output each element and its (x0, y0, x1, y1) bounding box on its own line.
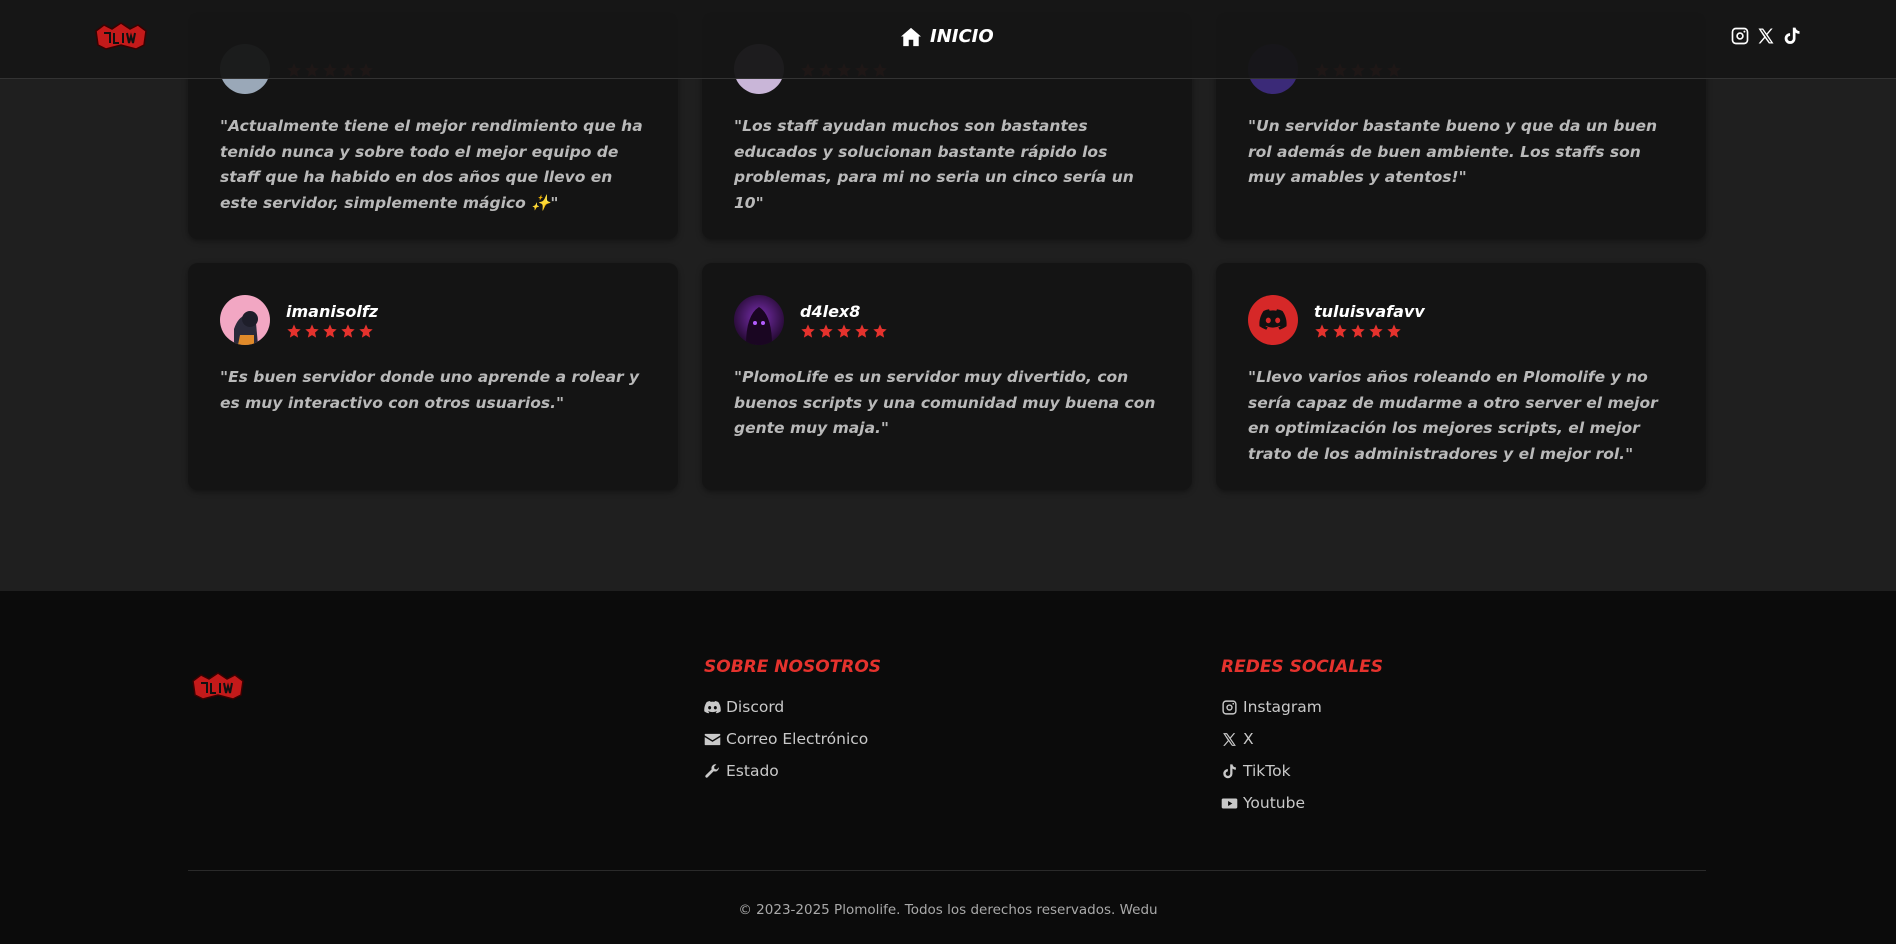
footer-link-x[interactable]: X (1221, 723, 1383, 755)
review-card: d4lex8 "PlomoLife es un servidor muy div… (702, 263, 1192, 490)
review-quote: "Llevo varios años roleando en Plomolife… (1248, 368, 1658, 463)
star-icon (1350, 323, 1366, 339)
footer-link-email[interactable]: Correo Electrónico (704, 723, 881, 755)
footer-link-label: Correo Electrónico (726, 730, 869, 748)
discord-icon (704, 700, 721, 713)
footer-link-label: Instagram (1243, 698, 1322, 716)
star-rating (800, 323, 888, 339)
star-rating (1314, 323, 1425, 339)
home-label: INICIO (930, 26, 994, 47)
discord-avatar (1248, 295, 1298, 345)
star-icon (818, 323, 834, 339)
footer-link-discord[interactable]: Discord (704, 691, 881, 723)
review-username: imanisolfz (286, 301, 379, 321)
review-quote: "Actualmente tiene el mejor rendimiento … (220, 117, 643, 212)
footer-link-tiktok[interactable]: TikTok (1221, 755, 1383, 787)
x-icon (1223, 732, 1236, 746)
footer-link-status[interactable]: Estado (704, 755, 881, 787)
footer-link-label: X (1243, 730, 1254, 748)
home-link[interactable]: INICIO (900, 26, 994, 47)
footer-social-section: REDES SOCIALES Instagram X TikTok Youtub… (1221, 657, 1383, 819)
nav-social-links (1730, 26, 1802, 46)
star-icon (836, 323, 852, 339)
star-icon (358, 323, 374, 339)
review-username: d4lex8 (800, 301, 861, 321)
top-navbar: INICIO (0, 0, 1896, 79)
tiktok-icon[interactable] (1782, 26, 1802, 46)
review-header: d4lex8 (734, 295, 1160, 345)
youtube-icon (1221, 798, 1238, 808)
footer-about-section: SOBRE NOSOTROS Discord Correo Electrónic… (704, 657, 881, 787)
star-icon (340, 323, 356, 339)
star-rating (286, 323, 378, 339)
footer-social-heading: REDES SOCIALES (1221, 657, 1383, 677)
star-icon (1332, 323, 1348, 339)
footer-link-label: Estado (726, 762, 779, 780)
footer: SOBRE NOSOTROS Discord Correo Electrónic… (0, 591, 1896, 944)
review-quote: "Un servidor bastante bueno y que da un … (1248, 117, 1658, 186)
review-header: imanisolfz (220, 295, 646, 345)
reviews-grid: "Actualmente tiene el mejor rendimiento … (188, 12, 1706, 490)
copyright-text: © 2023-2025 Plomolife. Todos los derecho… (738, 902, 1158, 918)
footer-link-youtube[interactable]: Youtube (1221, 787, 1383, 819)
discord-icon (1259, 309, 1287, 330)
home-icon (901, 27, 921, 46)
review-quote: "Los staff ayudan muchos son bastantes e… (734, 117, 1134, 212)
star-icon (872, 323, 888, 339)
instagram-icon[interactable] (1730, 26, 1750, 46)
plomolife-logo-icon[interactable] (94, 21, 148, 53)
star-icon (304, 323, 320, 339)
x-icon[interactable] (1756, 26, 1776, 46)
review-header: tuluisvafavv (1248, 295, 1674, 345)
instagram-icon (1222, 699, 1237, 715)
wrench-icon (705, 763, 720, 778)
footer-link-label: TikTok (1243, 762, 1291, 780)
star-icon (1386, 323, 1402, 339)
star-icon (800, 323, 816, 339)
review-card: tuluisvafavv "Llevo varios años roleando… (1216, 263, 1706, 490)
avatar (734, 295, 784, 345)
footer-divider (188, 870, 1706, 871)
review-username: tuluisvafavv (1314, 301, 1425, 321)
footer-link-label: Discord (726, 698, 785, 716)
footer-about-heading: SOBRE NOSOTROS (704, 657, 882, 677)
star-icon (286, 323, 302, 339)
star-icon (322, 323, 338, 339)
footer-link-instagram[interactable]: Instagram (1221, 691, 1383, 723)
tiktok-icon (1223, 763, 1236, 778)
review-quote: "Es buen servidor donde uno aprende a ro… (220, 368, 640, 412)
footer-link-label: Youtube (1243, 794, 1305, 812)
review-card: imanisolfz "Es buen servidor donde uno a… (188, 263, 678, 490)
avatar (220, 295, 270, 345)
plomolife-logo-icon[interactable] (190, 671, 246, 703)
envelope-icon (704, 733, 721, 745)
star-icon (1368, 323, 1384, 339)
star-icon (854, 323, 870, 339)
review-quote: "PlomoLife es un servidor muy divertido,… (734, 368, 1156, 437)
star-icon (1314, 323, 1330, 339)
